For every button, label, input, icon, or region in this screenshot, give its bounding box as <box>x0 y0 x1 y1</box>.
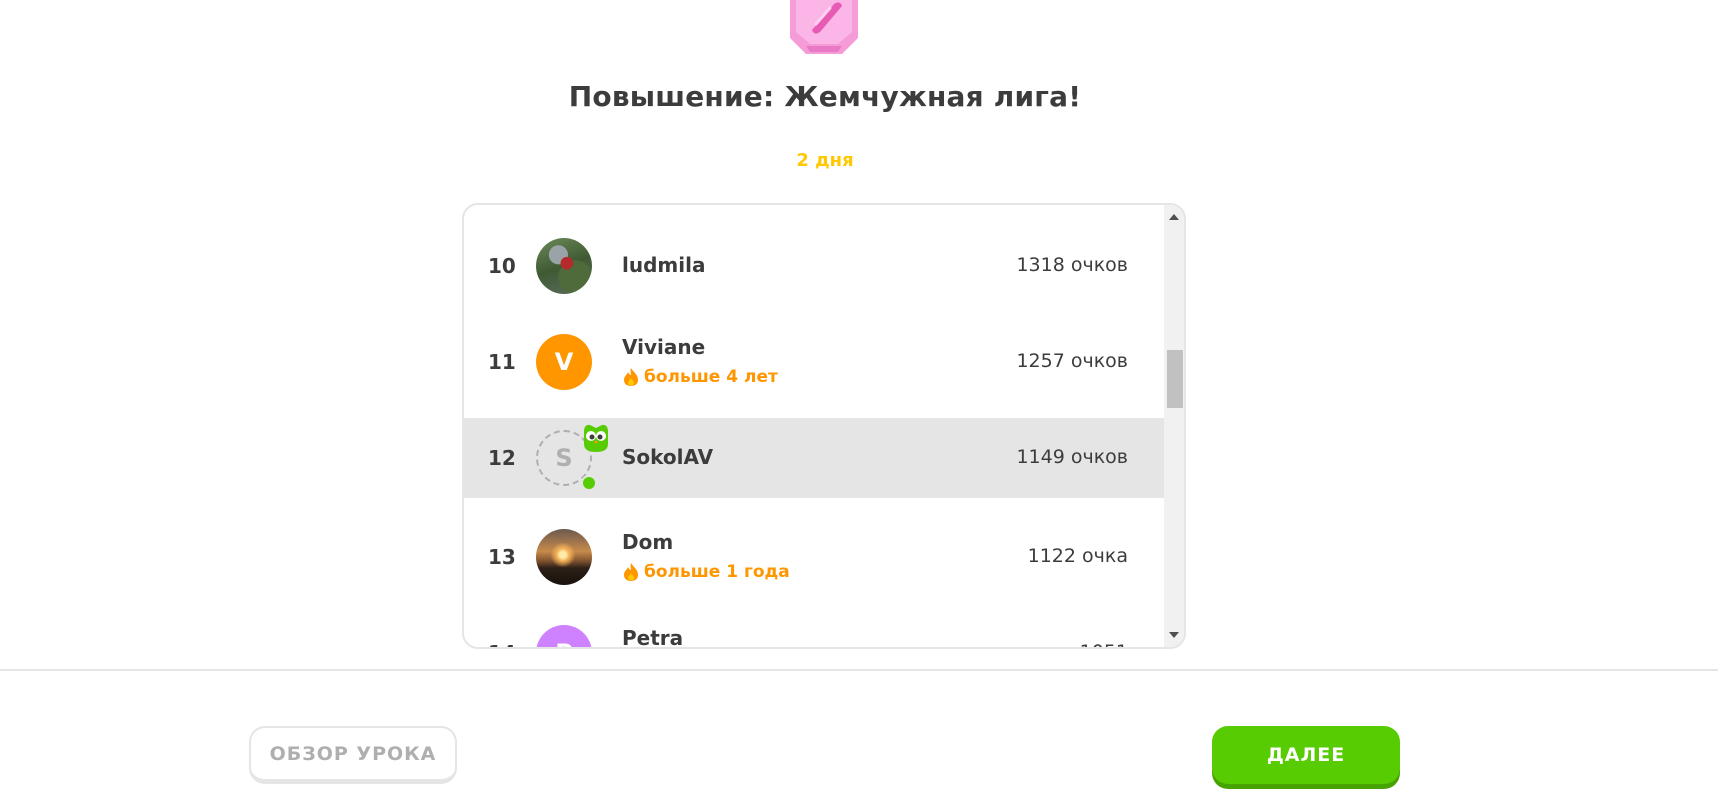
leaderboard-row[interactable]: 10 ludmila 1318 очков <box>464 226 1166 306</box>
rank-number: 10 <box>488 254 516 278</box>
scroll-thumb[interactable] <box>1167 350 1183 408</box>
streak-text: больше 1 года <box>644 562 790 582</box>
user-points: 1051 <box>1080 641 1128 647</box>
days-remaining: 2 дня <box>796 150 854 171</box>
scroll-up-arrow-icon[interactable] <box>1169 214 1179 220</box>
review-lesson-button[interactable]: ОБЗОР УРОКА <box>249 726 457 784</box>
user-name[interactable]: Petra <box>622 626 683 647</box>
scrollbar[interactable] <box>1164 205 1184 647</box>
pearl-league-badge-icon <box>790 0 858 54</box>
rank-number: 11 <box>488 350 516 374</box>
flame-icon <box>624 368 638 386</box>
online-status-dot <box>581 475 597 491</box>
user-points: 1318 очков <box>1016 254 1128 276</box>
leaderboard-row[interactable]: 14 P Petra 1051 <box>464 613 1166 647</box>
league-promotion-screen: Повышение: Жемчужная лига! 2 дня 10 ludm… <box>0 0 1718 810</box>
user-points: 1149 очков <box>1016 446 1128 468</box>
streak-text: больше 4 лет <box>644 367 778 387</box>
user-name[interactable]: Dom <box>622 530 673 554</box>
streak-label: больше 4 лет <box>622 367 778 387</box>
avatar[interactable] <box>536 529 592 585</box>
rank-number: 14 <box>488 641 516 647</box>
continue-button[interactable]: ДАЛЕЕ <box>1212 726 1400 784</box>
leaderboard-row[interactable]: 11 V Viviane больше 4 лет 1257 очков <box>464 322 1166 402</box>
avatar[interactable] <box>536 238 592 294</box>
avatar[interactable]: V <box>536 334 592 390</box>
user-points: 1257 очков <box>1016 350 1128 372</box>
scroll-down-arrow-icon[interactable] <box>1169 632 1179 638</box>
flame-icon <box>624 563 638 581</box>
rank-number: 13 <box>488 545 516 569</box>
leaderboard-row[interactable]: 13 Dom больше 1 года 1122 очка <box>464 517 1166 597</box>
footer-divider <box>0 669 1718 671</box>
user-name[interactable]: ludmila <box>622 253 705 277</box>
owl-icon <box>584 424 608 452</box>
user-name[interactable]: Viviane <box>622 335 705 359</box>
leaderboard-row-current-user[interactable]: 12 S SokolAV 1149 очков <box>464 418 1166 498</box>
avatar[interactable]: P <box>536 625 592 647</box>
page-title: Повышение: Жемчужная лига! <box>568 80 1082 113</box>
user-name[interactable]: SokolAV <box>622 445 713 469</box>
rank-number: 12 <box>488 446 516 470</box>
user-points: 1122 очка <box>1027 545 1128 567</box>
streak-label: больше 1 года <box>622 562 790 582</box>
leaderboard-list[interactable]: 10 ludmila 1318 очков 11 V Viviane больш… <box>462 203 1186 649</box>
leaderboard-rows: 10 ludmila 1318 очков 11 V Viviane больш… <box>464 205 1166 647</box>
